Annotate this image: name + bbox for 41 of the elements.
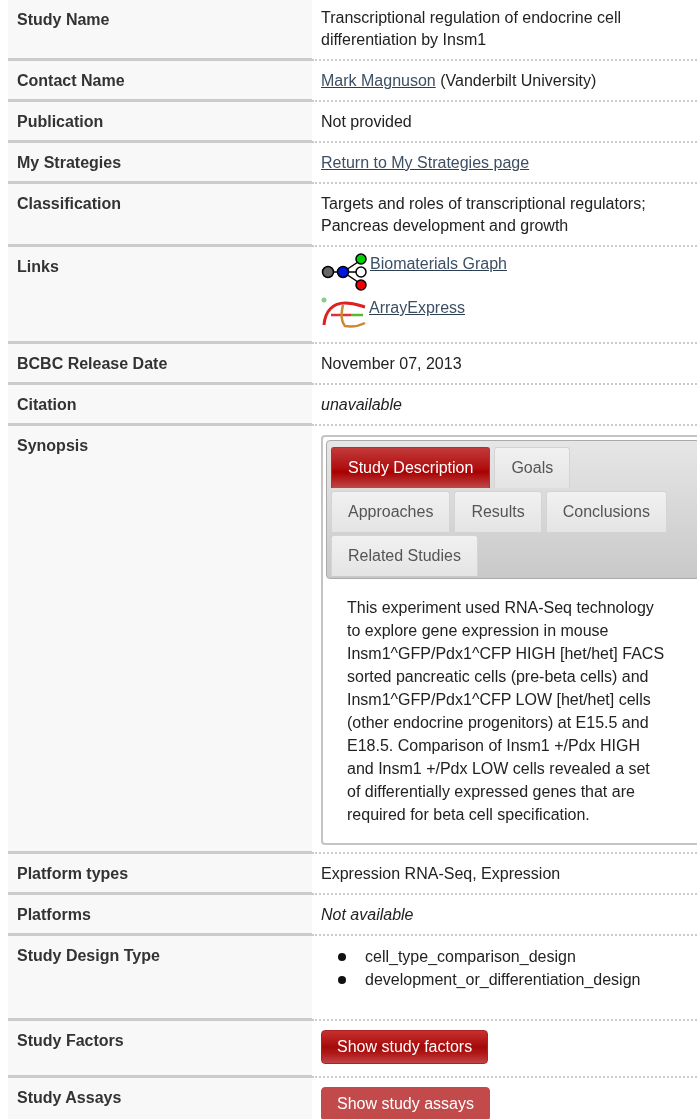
list-item: development_or_differentiation_design	[365, 970, 641, 990]
field-value: Transcriptional regulation of endocrine cell differentiation by Insm1	[321, 9, 621, 48]
field-value: November 07, 2013	[321, 355, 462, 372]
field-value: Targets and roles of transcriptional regulators; Pancreas development and growth	[321, 195, 646, 234]
tab[interactable]: Results	[454, 491, 542, 532]
field-value: Not available	[321, 906, 414, 923]
field-label: Links	[17, 257, 59, 277]
field-label: Platforms	[17, 905, 91, 925]
field-value: Expression RNA-Seq, Expression	[321, 865, 561, 882]
show-button[interactable]: Show study factors	[321, 1030, 489, 1064]
list-item: cell_type_comparison_design	[365, 947, 576, 967]
link[interactable]: ArrayExpress	[369, 297, 466, 319]
field-value: unavailable	[321, 396, 402, 413]
swoosh-logo-icon	[321, 297, 367, 329]
field-label: Publication	[17, 112, 104, 132]
field-label: BCBC Release Date	[17, 354, 168, 374]
field-label: Study Design Type	[17, 946, 160, 966]
link[interactable]: Mark Magnuson	[321, 72, 436, 89]
field-label: Study Assays	[17, 1088, 122, 1108]
bullet-icon	[338, 975, 346, 984]
field-label: Platform types	[17, 864, 129, 884]
bullet-icon	[338, 952, 346, 961]
tab[interactable]: Study Description	[331, 447, 491, 488]
field-label: Classification	[17, 194, 122, 214]
node-graph-icon	[321, 253, 368, 291]
field-label: Study Factors	[17, 1031, 124, 1051]
link[interactable]: Return to My Strategies page	[321, 154, 530, 171]
show-button[interactable]: Show study assays	[321, 1087, 490, 1119]
tab[interactable]: Approaches	[331, 491, 451, 532]
field-label: Study Name	[17, 10, 110, 30]
affiliation-text: (Vanderbilt University)	[440, 72, 597, 89]
synopsis-text: This experiment used RNA-Seq technology to explore gene expression in mouse Insm1^GFP/Pdx1^CFP HIGH [het/het] FACS sorted pancreatic cells (pre-beta cells) and Insm1^GFP/Pdx1^CFP LOW [het/het] cells (other endocrine progenitors) at E15.5 and E18.5. Comparison of Insm1 +/Pdx HIGH and Insm1 +/Pdx LOW cells revealed a set of differentially expressed genes that are required for beta cell specification.	[346, 598, 666, 825]
tab[interactable]: Goals	[494, 447, 571, 488]
field-label: Contact Name	[17, 71, 125, 91]
field-label: My Strategies	[17, 153, 122, 173]
field-value: Not provided	[321, 113, 412, 130]
field-label: Citation	[17, 395, 77, 415]
tab[interactable]: Conclusions	[545, 491, 667, 532]
link[interactable]: Biomaterials Graph	[370, 253, 507, 275]
field-label: Synopsis	[17, 436, 89, 456]
tab[interactable]: Related Studies	[331, 535, 478, 576]
